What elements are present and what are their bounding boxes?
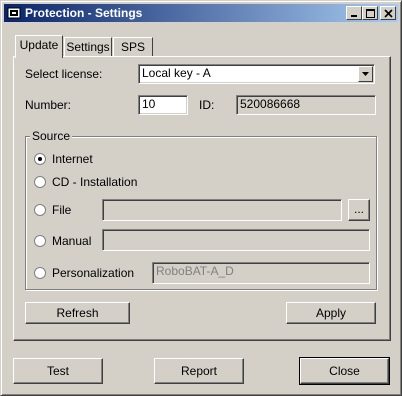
radio-internet-label[interactable]: Internet [52,152,93,166]
title-bar[interactable]: Protection - Settings [4,4,398,22]
minimize-button[interactable] [346,6,362,20]
manual-field [102,229,370,251]
license-dropdown[interactable]: Local key - A [138,64,375,84]
test-button[interactable]: Test [13,358,103,384]
number-input[interactable]: 10 [138,95,188,115]
radio-personalization[interactable] [34,267,46,279]
protection-settings-window: Protection - Settings Update Settings SP… [0,0,402,396]
id-field: 520086668 [236,95,376,115]
test-button-label: Test [46,364,69,378]
maximize-icon [366,9,375,18]
radio-file-label[interactable]: File [52,203,71,217]
radio-internet[interactable] [34,153,46,165]
refresh-button[interactable]: Refresh [25,302,130,324]
apply-button-label: Apply [315,306,347,320]
number-label: Number: [25,98,72,112]
report-button-label: Report [180,364,218,378]
id-label: ID: [199,98,215,112]
select-license-label: Select license: [25,67,103,81]
id-value: 520086668 [240,97,301,111]
tab-settings-label: Settings [66,40,110,54]
report-button[interactable]: Report [154,358,244,384]
tab-update-label: Update [19,38,59,52]
tab-sps-label: SPS [120,40,145,54]
apply-button[interactable]: Apply [286,302,376,324]
radio-manual[interactable] [34,235,46,247]
personalization-field: RoboBAT-A_D [152,262,370,284]
browse-button[interactable]: ... [348,199,370,221]
tab-sps[interactable]: SPS [113,37,153,57]
radio-cd-installation-label[interactable]: CD - Installation [52,175,137,189]
dropdown-arrow-button[interactable] [358,66,373,82]
tab-settings[interactable]: Settings [64,37,112,57]
chevron-down-icon [362,72,369,76]
close-icon [384,9,393,18]
minimize-icon [351,15,357,17]
app-icon [7,7,21,19]
tab-update[interactable]: Update [15,35,63,58]
browse-button-label: ... [353,202,364,216]
window-title: Protection - Settings [25,6,143,20]
radio-file[interactable] [34,204,46,216]
personalization-value: RoboBAT-A_D [156,264,234,278]
radio-manual-label[interactable]: Manual [52,234,91,248]
radio-cd-installation[interactable] [34,176,46,188]
refresh-button-label: Refresh [56,306,99,320]
close-window-button[interactable] [380,6,396,20]
radio-personalization-label[interactable]: Personalization [52,266,134,280]
close-button-label: Close [329,364,360,378]
file-path-field [102,199,342,221]
license-dropdown-value: Local key - A [142,66,211,80]
source-group-title: Source [30,129,73,143]
number-input-value: 10 [142,97,156,111]
close-button[interactable]: Close [299,357,390,385]
maximize-button[interactable] [362,6,378,20]
